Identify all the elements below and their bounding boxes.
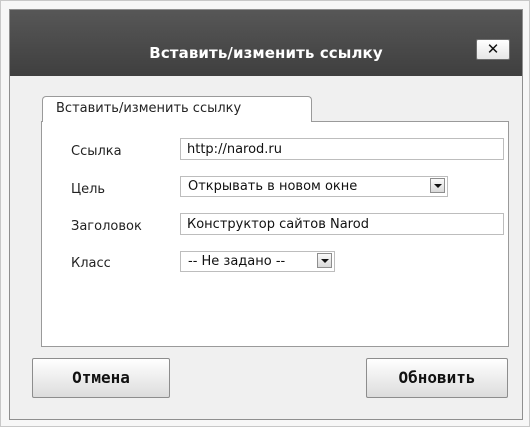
dialog-title: Вставить/изменить ссылку — [149, 44, 383, 62]
class-select-value: -- Не задано -- — [188, 254, 286, 269]
title-label: Заголовок — [71, 219, 142, 234]
dialog-titlebar[interactable]: Вставить/изменить ссылку ✕ — [10, 10, 522, 76]
target-label: Цель — [71, 182, 106, 197]
url-label: Ссылка — [71, 144, 122, 159]
window-frame: Вставить/изменить ссылку ✕ Вставить/изме… — [0, 0, 530, 427]
chevron-down-icon[interactable] — [317, 253, 332, 268]
chevron-down-icon[interactable] — [430, 178, 445, 193]
class-select[interactable]: -- Не задано -- — [180, 251, 335, 272]
update-button[interactable]: Обновить — [366, 358, 508, 398]
close-button[interactable]: ✕ — [476, 39, 510, 60]
url-input[interactable] — [180, 138, 504, 160]
target-select-value: Открывать в новом окне — [188, 179, 358, 194]
cancel-button[interactable]: Отмена — [32, 358, 170, 398]
tab-panel: Ссылка Цель Открывать в новом окне Загол… — [41, 121, 509, 347]
target-select[interactable]: Открывать в новом окне — [180, 176, 448, 197]
class-label: Класс — [71, 256, 111, 271]
title-input[interactable] — [180, 213, 504, 235]
close-icon: ✕ — [486, 40, 500, 58]
link-dialog: Вставить/изменить ссылку ✕ Вставить/изме… — [9, 9, 523, 420]
tab-insert-edit-link[interactable]: Вставить/изменить ссылку — [42, 96, 312, 122]
